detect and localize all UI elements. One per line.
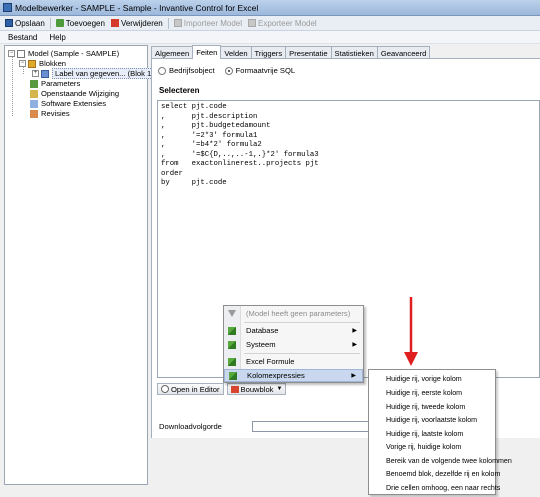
dropdown-caret-icon: ▼ [276, 386, 283, 392]
submenu-arrow-icon: ▶ [351, 373, 356, 379]
editor-actions: Open in Editor Bouwblok ▼ [157, 383, 289, 395]
bouwblok-context-menu: (Model heeft geen parameters) Database ▶… [223, 305, 364, 383]
submenu-item[interactable]: Huidige rij, vorige kolom [386, 372, 496, 385]
menu-item-database[interactable]: Database ▶ [224, 324, 363, 337]
add-button[interactable]: Toevoegen [53, 17, 108, 30]
bouwblok-dropdown-button[interactable]: Bouwblok ▼ [226, 383, 287, 395]
collapse-icon[interactable]: − [8, 50, 15, 57]
block-icon [28, 59, 36, 68]
delete-button[interactable]: Verwijderen [108, 17, 166, 30]
filter-icon [228, 309, 236, 318]
building-block-icon [230, 385, 239, 393]
revisions-icon [30, 109, 38, 118]
extensions-icon [30, 99, 38, 108]
database-icon [228, 326, 236, 335]
tree-item-revisions[interactable]: Revisies [30, 108, 70, 119]
delete-icon [110, 19, 119, 27]
select-heading: Selecteren [159, 86, 200, 95]
menu-bar: Bestand Help [0, 31, 540, 44]
toolbar-separator [49, 17, 51, 29]
parameters-icon [30, 79, 38, 88]
submenu-arrow-icon: ▶ [352, 342, 357, 348]
menu-file[interactable]: Bestand [2, 33, 43, 42]
collapse-icon[interactable]: − [19, 60, 26, 67]
window-title: Modelbewerker - SAMPLE - Sample - Invant… [15, 2, 259, 13]
menu-item-no-parameters: (Model heeft geen parameters) [224, 307, 363, 320]
download-order-input[interactable] [252, 421, 372, 432]
menu-help[interactable]: Help [43, 33, 71, 42]
download-order-label: Downloadvolgorde [159, 422, 222, 431]
radio-business-object[interactable]: Bedrijfsobject [158, 66, 215, 75]
menu-separator [244, 322, 360, 323]
editor-icon [161, 385, 169, 393]
export-model-button[interactable]: Exporteer Model [245, 17, 320, 30]
add-icon [55, 19, 64, 27]
expand-icon[interactable]: + [32, 70, 39, 77]
pending-changes-icon [30, 89, 38, 98]
toolbar: Opslaan Toevoegen Verwijderen Importeer … [0, 16, 540, 31]
submenu-item[interactable]: Benoemd blok, dezelfde rij en kolom [386, 467, 500, 480]
open-in-editor-button[interactable]: Open in Editor [157, 383, 224, 395]
menu-item-excel-formula[interactable]: Excel Formule [224, 355, 363, 368]
import-icon [173, 19, 182, 27]
submenu-item[interactable]: Huidige rij, voorlaatste kolom [386, 413, 496, 426]
toolbar-separator [167, 17, 169, 29]
radio-free-sql[interactable]: Formaatvrije SQL [224, 66, 295, 75]
radio-selected-icon [224, 66, 233, 75]
submenu-item[interactable]: Drie cellen omhoog, een naar rechts [386, 481, 500, 494]
model-tree[interactable]: − Model (Sample - SAMPLE) − Blokken + La… [4, 45, 157, 485]
label-icon [41, 69, 49, 78]
submenu-item[interactable]: Bereik van de volgende twee kolommen [386, 454, 512, 467]
model-icon [17, 49, 25, 58]
tab-facts[interactable]: Feiten [192, 45, 222, 59]
column-expressions-icon [229, 371, 237, 380]
radio-icon [158, 66, 166, 75]
submenu-item[interactable]: Huidige rij, eerste kolom [386, 386, 496, 399]
menu-item-column-expressions[interactable]: Kolomexpressies ▶ [224, 369, 363, 382]
submenu-item[interactable]: Huidige rij, laatste kolom [386, 427, 496, 440]
title-bar: Modelbewerker - SAMPLE - Sample - Invant… [0, 0, 540, 16]
app-icon [3, 3, 12, 12]
menu-item-system[interactable]: Systeem ▶ [224, 338, 363, 351]
excel-formula-icon [228, 357, 236, 366]
submenu-item[interactable]: Vorige rij, huidige kolom [386, 440, 496, 453]
menu-separator [244, 353, 360, 354]
column-expressions-submenu: Huidige rij, vorige kolom Huidige rij, e… [368, 369, 512, 495]
import-model-button[interactable]: Importeer Model [171, 17, 245, 30]
save-button[interactable]: Opslaan [2, 17, 48, 30]
submenu-arrow-icon: ▶ [352, 328, 357, 334]
system-icon [228, 340, 236, 349]
source-type-radios: Bedrijfsobject Formaatvrije SQL [158, 66, 305, 75]
export-icon [248, 19, 257, 27]
tree-line [12, 56, 13, 116]
submenu-item[interactable]: Huidige rij, tweede kolom [386, 400, 496, 413]
save-icon [5, 19, 13, 27]
